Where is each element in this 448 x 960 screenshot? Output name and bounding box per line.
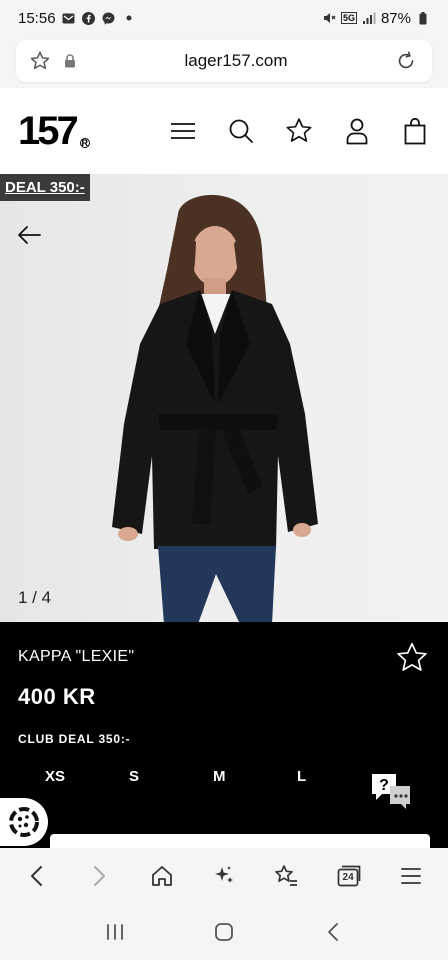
image-counter: 1 / 4: [18, 588, 52, 607]
account-icon[interactable]: [342, 116, 372, 146]
bookmarks-icon[interactable]: [269, 859, 303, 893]
ai-sparkle-icon[interactable]: [207, 859, 241, 893]
lock-icon: [60, 51, 80, 71]
browser-bottom-nav: 24: [0, 848, 448, 904]
product-photo: [112, 194, 318, 622]
menu-icon[interactable]: [168, 116, 198, 146]
help-chat-icon[interactable]: ?: [370, 772, 414, 812]
signal-icon: [362, 11, 376, 25]
size-option-xs[interactable]: XS: [18, 768, 102, 785]
size-option-m[interactable]: M: [186, 768, 270, 785]
deal-badge[interactable]: DEAL 350:-: [0, 174, 90, 201]
back-arrow-icon[interactable]: [16, 222, 44, 250]
browser-menu-icon[interactable]: [394, 859, 428, 893]
browser-toolbar: lager157.com: [0, 36, 448, 88]
product-name: KAPPA "LEXIE": [18, 648, 135, 665]
url-text[interactable]: lager157.com: [80, 51, 392, 71]
size-option-s[interactable]: S: [102, 768, 186, 785]
logo-text: 157: [18, 108, 79, 153]
mute-icon: [322, 11, 336, 25]
help-question-mark: ?: [379, 777, 389, 794]
tabs-icon[interactable]: 24: [332, 859, 366, 893]
site-header: 157 R: [0, 88, 448, 174]
add-to-favorites-icon[interactable]: [394, 640, 430, 676]
system-nav-bar: [0, 904, 448, 960]
favorites-star-icon[interactable]: [284, 116, 314, 146]
notification-mail-icon: [62, 11, 76, 25]
browser-back-icon[interactable]: [20, 859, 54, 893]
size-option-l[interactable]: L: [270, 768, 354, 785]
status-bar: 15:56 5G 87%: [0, 0, 448, 36]
cookie-settings-button[interactable]: [0, 798, 48, 846]
battery-icon: [416, 11, 430, 25]
cart-bag-icon[interactable]: [400, 116, 430, 146]
product-image-carousel[interactable]: DEAL 350:- 1 / 4: [0, 174, 448, 622]
bookmark-star-icon[interactable]: [28, 49, 52, 73]
messenger-icon: [102, 11, 116, 25]
network-type-badge: 5G: [340, 12, 357, 24]
size-selector: XS S M L: [18, 768, 358, 785]
site-logo[interactable]: 157 R: [18, 109, 90, 154]
address-bar[interactable]: lager157.com: [16, 40, 432, 82]
home-icon[interactable]: [145, 859, 179, 893]
product-info-panel: KAPPA "LEXIE" 400 KR CLUB DEAL 350:- XS …: [0, 622, 448, 850]
reload-icon[interactable]: [392, 47, 420, 75]
browser-forward-icon[interactable]: [82, 859, 116, 893]
tab-count: 24: [342, 872, 354, 883]
product-price: 400 KR: [18, 684, 96, 709]
facebook-icon: [82, 11, 96, 25]
club-deal-label: CLUB DEAL 350:-: [18, 732, 131, 746]
status-time: 15:56: [18, 9, 56, 27]
notification-dot-icon: [122, 11, 136, 25]
registered-mark-icon: R: [79, 137, 90, 148]
system-back-icon[interactable]: [317, 916, 349, 948]
cookie-icon: [9, 807, 39, 837]
recent-apps-icon[interactable]: [99, 916, 131, 948]
search-icon[interactable]: [226, 116, 256, 146]
system-home-icon[interactable]: [208, 916, 240, 948]
battery-percent: 87%: [380, 9, 411, 27]
